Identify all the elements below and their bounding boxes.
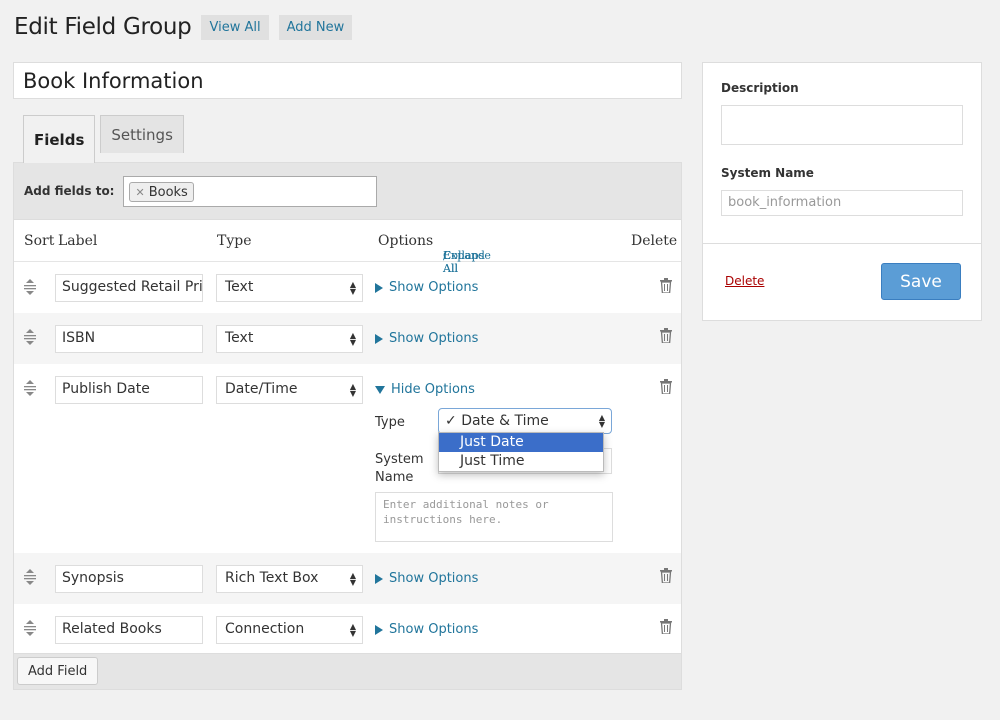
- show-options-link[interactable]: Show Options: [375, 280, 478, 295]
- field-type-value: Text: [225, 279, 254, 295]
- sidebar-divider: [703, 243, 981, 244]
- show-options-link[interactable]: Show Options: [375, 331, 478, 346]
- select-arrows-icon: ▲ ▼: [349, 382, 356, 398]
- field-row: Synopsis Rich Text Box ▲ ▼ Show Options: [14, 553, 681, 604]
- field-type-value: Date/Time: [225, 381, 298, 397]
- fields-panel: Add fields to: ✕ Books Sort Label Type O…: [13, 162, 682, 690]
- hide-options-link[interactable]: Hide Options: [375, 382, 475, 397]
- options-link-label: Hide Options: [391, 382, 475, 397]
- triangle-right-icon: [375, 282, 383, 293]
- token-books: ✕ Books: [129, 182, 194, 202]
- field-type-value: Text: [225, 330, 254, 346]
- col-type: Type: [217, 233, 252, 249]
- system-name-label-line2: Name: [375, 470, 414, 485]
- system-name-input[interactable]: book_information: [721, 190, 963, 216]
- select-arrows-icon: ▲ ▼: [349, 331, 356, 347]
- field-label-input[interactable]: ISBN: [55, 325, 203, 353]
- triangle-right-icon: [375, 624, 383, 635]
- tab-bar: Fields Settings: [23, 115, 189, 163]
- select-arrows-icon: ▲ ▼: [349, 280, 356, 296]
- trash-icon[interactable]: [659, 328, 673, 347]
- add-fields-to-bar: Add fields to: ✕ Books: [14, 163, 681, 220]
- add-fields-to-label: Add fields to:: [24, 184, 115, 198]
- column-header: Sort Label Type Options Expand All / Col…: [14, 220, 681, 275]
- trash-icon[interactable]: [659, 619, 673, 638]
- options-link-label: Show Options: [389, 622, 479, 637]
- view-all-button[interactable]: View All: [201, 14, 269, 40]
- drag-handle-icon[interactable]: [24, 620, 38, 636]
- add-fields-to-input[interactable]: ✕ Books: [123, 175, 378, 207]
- col-delete: Delete: [631, 233, 678, 249]
- notes-textarea[interactable]: Enter additional notes or instructions h…: [375, 492, 613, 542]
- panel-footer: Add Field: [14, 653, 681, 689]
- trash-icon[interactable]: [659, 379, 673, 398]
- select-arrows-icon: ▲ ▼: [349, 571, 356, 587]
- triangle-right-icon: [375, 333, 383, 344]
- triangle-down-icon: [375, 385, 385, 394]
- description-label: Description: [721, 81, 799, 95]
- token-label: Books: [148, 184, 188, 200]
- system-name-label-line1: System: [375, 452, 424, 467]
- col-label: Label: [58, 233, 98, 249]
- checkmark-icon: ✓: [445, 413, 457, 429]
- system-name-label: System Name: [721, 166, 814, 180]
- field-type-select[interactable]: Connection ▲ ▼: [216, 616, 363, 644]
- show-options-link[interactable]: Show Options: [375, 622, 478, 637]
- field-label-input[interactable]: Suggested Retail Pric: [55, 274, 203, 302]
- field-type-value: Connection: [225, 621, 305, 637]
- add-new-button[interactable]: Add New: [278, 14, 353, 40]
- trash-icon[interactable]: [659, 278, 673, 297]
- field-label-input[interactable]: Related Books: [55, 616, 203, 644]
- drag-handle-icon[interactable]: [24, 279, 38, 295]
- options-link-label: Show Options: [389, 331, 479, 346]
- show-options-link[interactable]: Show Options: [375, 571, 478, 586]
- field-label-input[interactable]: Synopsis: [55, 565, 203, 593]
- page-header: Edit Field Group View All Add New: [14, 14, 353, 40]
- col-sort: Sort: [24, 233, 55, 249]
- field-type-select[interactable]: Rich Text Box ▲ ▼: [216, 565, 363, 593]
- save-button[interactable]: Save: [881, 263, 961, 300]
- field-type-select[interactable]: Date/Time ▲ ▼: [216, 376, 363, 404]
- date-type-dropdown: Just Date Just Time: [438, 432, 604, 472]
- date-type-select[interactable]: ✓ Date & Time ▲ ▼: [438, 408, 612, 434]
- select-arrows-icon: ▲ ▼: [598, 413, 605, 429]
- field-row: Suggested Retail Pric Text ▲ ▼ Show Optio…: [14, 263, 681, 313]
- col-options: Options: [378, 233, 434, 249]
- field-type-select[interactable]: Text ▲ ▼: [216, 325, 363, 353]
- field-row: ISBN Text ▲ ▼ Show Options: [14, 313, 681, 364]
- select-arrows-icon: ▲ ▼: [349, 622, 356, 638]
- description-textarea[interactable]: [721, 105, 963, 145]
- field-type-select[interactable]: Text ▲ ▼: [216, 274, 363, 302]
- remove-token-icon[interactable]: ✕: [135, 186, 144, 199]
- dropdown-option-just-time[interactable]: Just Time: [439, 452, 603, 471]
- system-name-label: System Name: [375, 451, 423, 487]
- trash-icon[interactable]: [659, 568, 673, 587]
- field-row: Related Books Connection ▲ ▼ Show Options: [14, 604, 681, 654]
- tab-fields[interactable]: Fields: [23, 115, 96, 163]
- add-field-button[interactable]: Add Field: [17, 657, 99, 685]
- date-type-label: Type: [375, 415, 405, 430]
- date-type-selected: Date & Time: [461, 413, 549, 429]
- delete-group-link[interactable]: Delete: [725, 274, 764, 288]
- page-title: Edit Field Group: [14, 14, 192, 40]
- settings-sidebar: Description System Name book_information…: [702, 62, 982, 321]
- field-type-value: Rich Text Box: [225, 570, 319, 586]
- group-title-input[interactable]: [13, 62, 682, 99]
- options-link-label: Show Options: [389, 571, 479, 586]
- triangle-right-icon: [375, 573, 383, 584]
- drag-handle-icon[interactable]: [24, 569, 38, 585]
- tab-settings[interactable]: Settings: [100, 115, 184, 153]
- dropdown-option-just-date[interactable]: Just Date: [439, 433, 603, 452]
- field-label-input[interactable]: Publish Date: [55, 376, 203, 404]
- drag-handle-icon[interactable]: [24, 380, 38, 396]
- options-link-label: Show Options: [389, 280, 479, 295]
- drag-handle-icon[interactable]: [24, 329, 38, 345]
